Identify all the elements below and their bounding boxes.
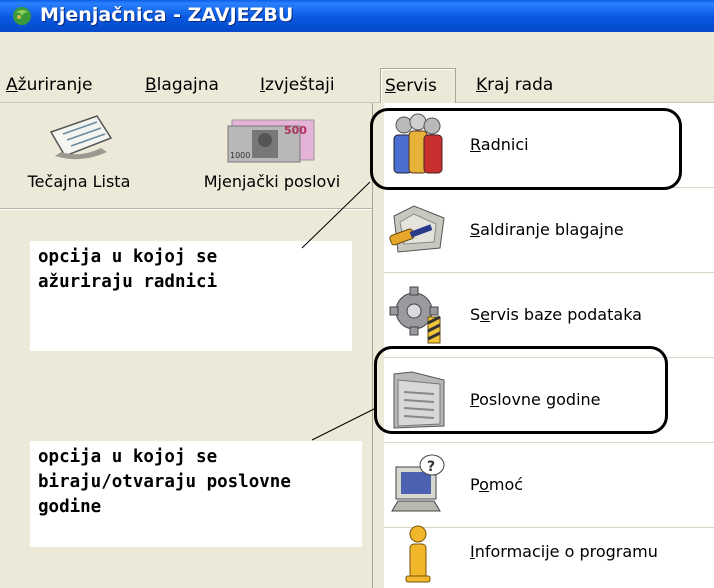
callout-line-radnici <box>301 181 371 249</box>
callout-lines <box>301 181 377 441</box>
callout-line-godine <box>311 407 377 441</box>
